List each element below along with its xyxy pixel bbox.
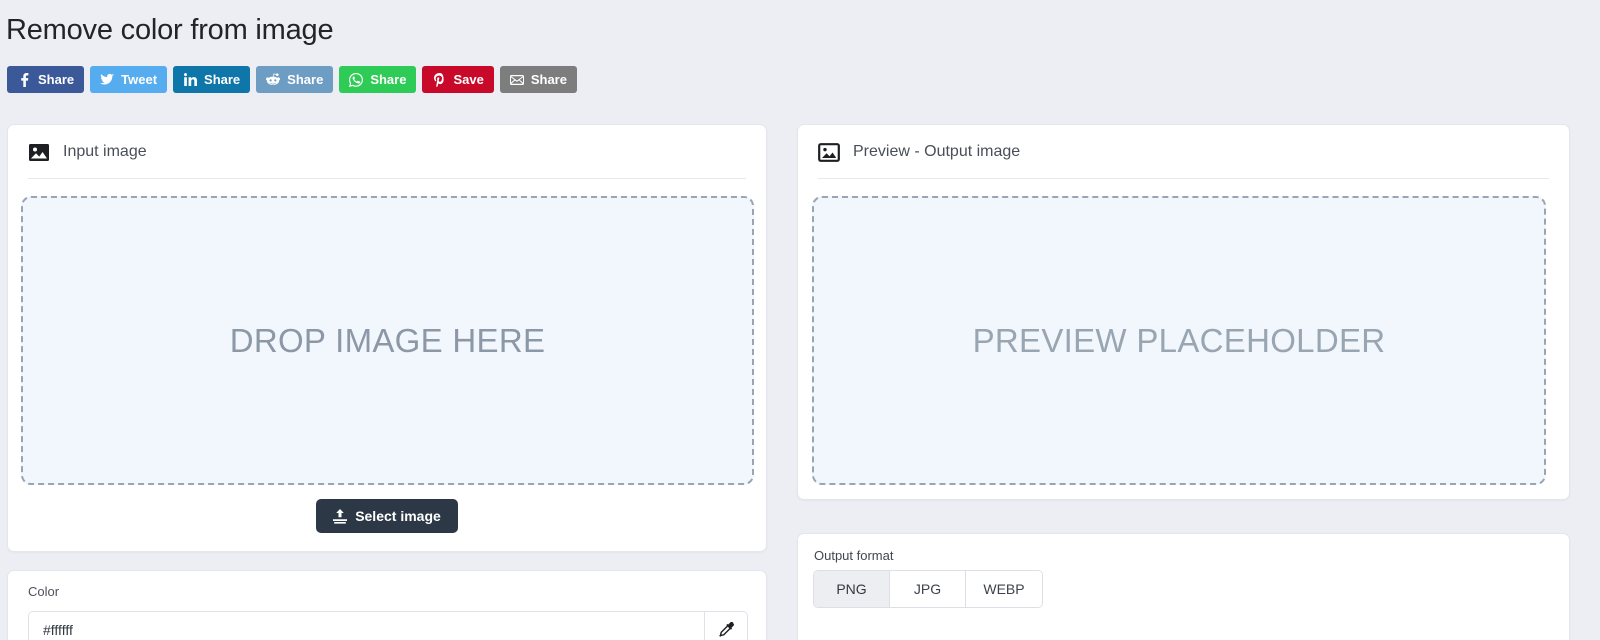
share-button-linkedin[interactable]: Share bbox=[173, 66, 251, 93]
page-title: Remove color from image bbox=[6, 14, 334, 46]
output-format-label: Output format bbox=[814, 548, 894, 563]
input-card-title: Input image bbox=[63, 143, 147, 160]
color-input[interactable] bbox=[28, 611, 704, 640]
share-button-label: Share bbox=[204, 72, 241, 87]
share-button-label: Tweet bbox=[121, 72, 158, 87]
envelope-icon bbox=[509, 73, 524, 87]
color-field-label: Color bbox=[28, 584, 60, 599]
share-button-label: Share bbox=[287, 72, 324, 87]
share-button-facebook[interactable]: Share bbox=[7, 66, 85, 93]
input-card-header: Input image bbox=[8, 125, 766, 163]
image-filled-icon bbox=[28, 143, 50, 162]
share-button-label: Share bbox=[370, 72, 407, 87]
share-button-label: Share bbox=[38, 72, 75, 87]
linkedin-icon bbox=[183, 73, 197, 87]
share-button-label: Save bbox=[453, 72, 484, 87]
share-button-label: Share bbox=[530, 72, 567, 87]
eyedropper-icon bbox=[718, 622, 734, 638]
preview-placeholder-label: PREVIEW PLACEHOLDER bbox=[972, 321, 1386, 359]
twitter-icon bbox=[100, 73, 115, 87]
whatsapp-icon bbox=[349, 72, 364, 87]
format-option-png[interactable]: PNG bbox=[814, 571, 890, 607]
select-image-button[interactable]: Select image bbox=[316, 499, 458, 533]
format-option-jpg[interactable]: JPG bbox=[890, 571, 966, 607]
upload-icon bbox=[333, 508, 348, 524]
preview-placeholder-area: PREVIEW PLACEHOLDER bbox=[812, 196, 1546, 485]
output-format-card: Output format PNG JPG WEBP bbox=[797, 533, 1570, 640]
share-button-email[interactable]: Share bbox=[499, 66, 577, 93]
dropzone-label: DROP IMAGE HERE bbox=[229, 321, 546, 359]
input-card-divider bbox=[28, 178, 746, 179]
share-button-reddit[interactable]: Share bbox=[256, 66, 334, 93]
image-outline-icon bbox=[818, 142, 840, 162]
pinterest-icon bbox=[432, 72, 446, 87]
app-page: Remove color from image Share Tweet Shar… bbox=[0, 0, 1600, 640]
share-button-whatsapp[interactable]: Share bbox=[339, 66, 417, 93]
format-option-webp[interactable]: WEBP bbox=[966, 571, 1042, 607]
image-dropzone[interactable]: DROP IMAGE HERE bbox=[21, 196, 754, 485]
select-image-label: Select image bbox=[355, 508, 441, 524]
input-image-card: Input image DROP IMAGE HERE Select image bbox=[7, 124, 767, 552]
select-image-row: Select image bbox=[8, 499, 766, 533]
eyedropper-button[interactable] bbox=[704, 611, 748, 640]
share-toolbar: Share Tweet Share Share Share Save Share bbox=[7, 66, 577, 93]
reddit-icon bbox=[266, 73, 281, 87]
preview-card-header: Preview - Output image bbox=[798, 125, 1569, 163]
preview-card-title: Preview - Output image bbox=[853, 143, 1021, 160]
share-button-twitter[interactable]: Tweet bbox=[90, 66, 168, 93]
color-card: Color bbox=[7, 570, 767, 640]
preview-card-divider bbox=[818, 178, 1549, 179]
preview-output-card: Preview - Output image PREVIEW PLACEHOLD… bbox=[797, 124, 1570, 500]
output-format-button-group: PNG JPG WEBP bbox=[813, 570, 1043, 608]
share-button-pinterest[interactable]: Save bbox=[422, 66, 494, 93]
facebook-icon bbox=[17, 72, 31, 87]
color-input-group bbox=[28, 611, 748, 640]
